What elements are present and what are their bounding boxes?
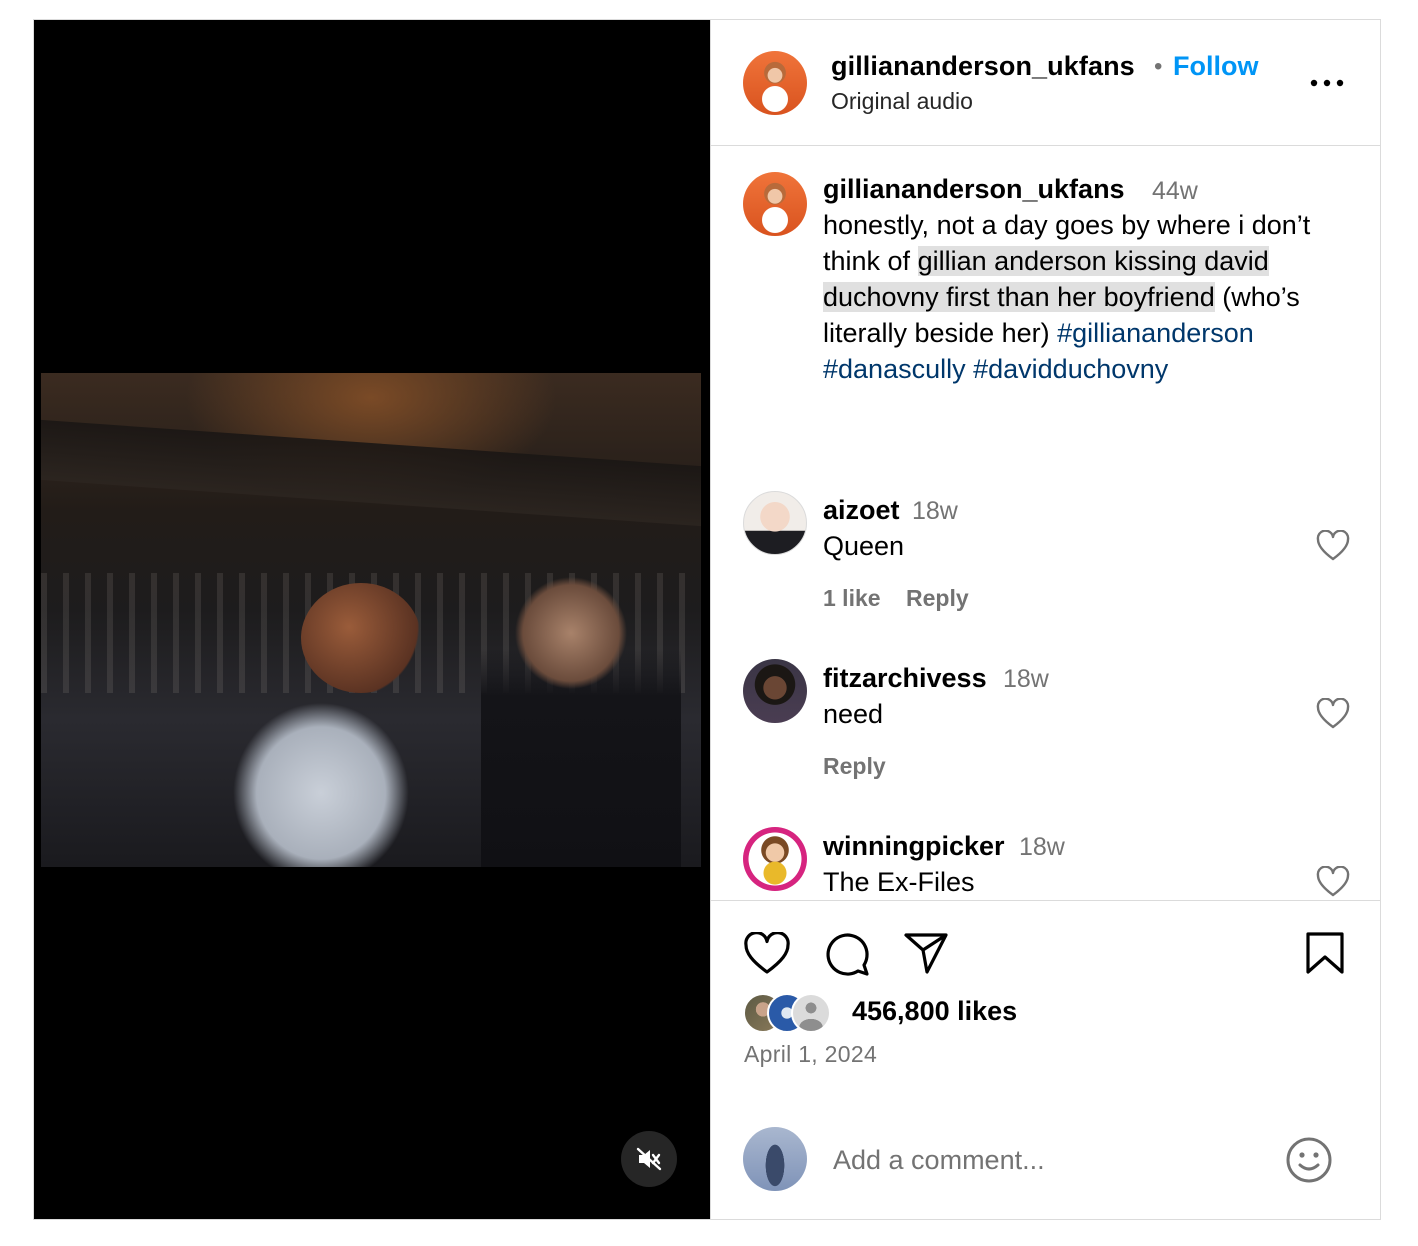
mute-button[interactable] xyxy=(621,1131,677,1187)
comment-like-count[interactable]: 1 like xyxy=(823,585,881,612)
comment-avatar[interactable] xyxy=(743,827,807,891)
add-comment-input[interactable] xyxy=(833,1142,1263,1178)
more-horizontal-icon xyxy=(1310,79,1344,87)
author-avatar[interactable] xyxy=(743,51,807,115)
comment-text: Queen xyxy=(823,531,905,561)
caption-text: honestly, not a day goes by where i don’… xyxy=(823,210,1311,384)
post-sidebar: gilliananderson_ukfans • Follow Original… xyxy=(710,20,1381,1219)
comment-username[interactable]: fitzarchivess xyxy=(823,663,987,694)
video-frame[interactable] xyxy=(41,373,701,867)
caption-avatar[interactable] xyxy=(743,172,807,236)
bookmark-icon[interactable] xyxy=(1305,931,1345,975)
emoji-icon[interactable] xyxy=(1285,1136,1333,1184)
comment-avatar[interactable] xyxy=(743,491,807,555)
post-header: gilliananderson_ukfans • Follow Original… xyxy=(711,20,1381,146)
more-options-button[interactable] xyxy=(1307,68,1347,98)
post-container: gilliananderson_ukfans • Follow Original… xyxy=(33,19,1381,1220)
comment-like-heart-icon[interactable] xyxy=(1316,530,1350,562)
reply-button[interactable]: Reply xyxy=(906,585,969,612)
hashtag-link[interactable]: #davidduchovny xyxy=(973,354,1168,384)
comment-timestamp[interactable]: 18w xyxy=(912,497,958,526)
comment-avatar[interactable] xyxy=(743,659,807,723)
caption-username[interactable]: gilliananderson_ukfans xyxy=(823,174,1125,205)
video-player[interactable] xyxy=(34,20,710,1219)
hashtag-link[interactable]: #gilliananderson xyxy=(1057,318,1254,348)
hashtag-link[interactable]: #danascully xyxy=(823,354,966,384)
likes-count[interactable]: 456,800 likes xyxy=(852,996,1017,1027)
comment-icon[interactable] xyxy=(823,931,871,977)
follow-button[interactable]: Follow xyxy=(1173,51,1258,82)
separator-dot: • xyxy=(1154,53,1163,80)
comment-username[interactable]: winningpicker xyxy=(823,831,1005,862)
comments-section[interactable]: gilliananderson_ukfans 44w honestly, not… xyxy=(711,146,1381,900)
comment-like-heart-icon[interactable] xyxy=(1316,866,1350,898)
post-actions: 456,800 likes April 1, 2024 xyxy=(711,900,1381,1220)
current-user-avatar xyxy=(743,1127,807,1191)
reply-button[interactable]: Reply xyxy=(823,753,886,780)
comment-text: need xyxy=(823,699,884,729)
speaker-muted-icon xyxy=(636,1147,662,1171)
share-icon[interactable] xyxy=(903,931,949,975)
caption-timestamp[interactable]: 44w xyxy=(1152,177,1198,206)
comment-timestamp[interactable]: 18w xyxy=(1003,665,1049,694)
comment-text: The Ex-Files xyxy=(823,867,975,897)
comment-timestamp[interactable]: 18w xyxy=(1019,833,1065,862)
original-audio-link[interactable]: Original audio xyxy=(831,88,973,115)
heart-icon[interactable] xyxy=(743,932,791,976)
author-username[interactable]: gilliananderson_ukfans xyxy=(831,51,1135,82)
comment-username[interactable]: aizoet xyxy=(823,495,900,526)
liked-by-avatar xyxy=(791,993,831,1033)
comment-like-heart-icon[interactable] xyxy=(1316,698,1350,730)
post-date[interactable]: April 1, 2024 xyxy=(744,1041,877,1068)
